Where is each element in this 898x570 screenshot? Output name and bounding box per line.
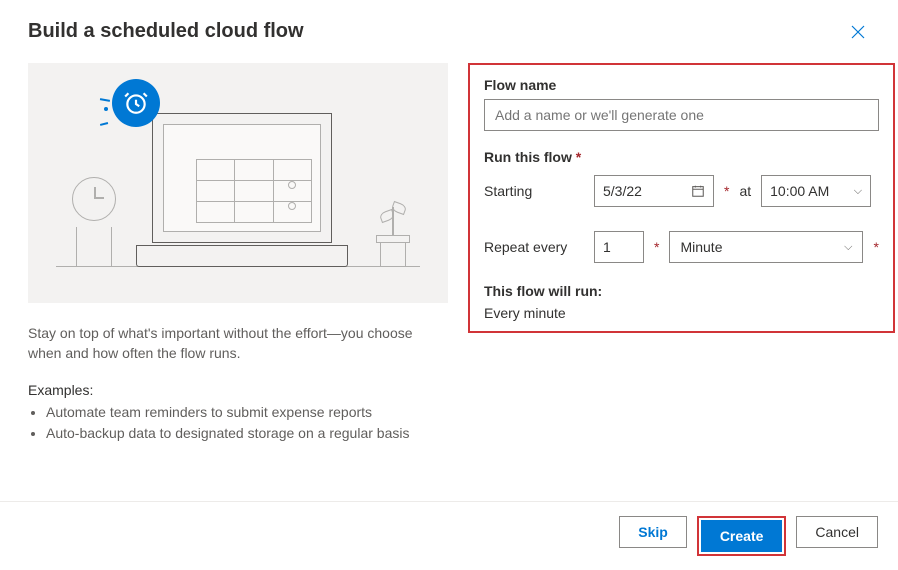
example-item: Automate team reminders to submit expens… <box>46 402 448 423</box>
summary-value: Every minute <box>484 305 879 321</box>
chevron-down-icon: ⌵ <box>854 185 862 198</box>
chevron-down-icon: ⌵ <box>844 241 852 254</box>
starting-time-picker[interactable]: 10:00 AM ⌵ <box>761 175 871 207</box>
dialog-footer: Skip Create Cancel <box>0 501 898 570</box>
at-label: at <box>739 183 751 199</box>
form-panel: Flow name Run this flow * Starting 5/3/2… <box>468 63 895 333</box>
examples-heading: Examples: <box>28 382 448 398</box>
run-this-flow-label: Run this flow * <box>484 149 879 165</box>
starting-date-value: 5/3/22 <box>603 183 642 199</box>
repeat-count-value: 1 <box>603 239 611 255</box>
required-asterisk: * <box>873 239 878 255</box>
cancel-button[interactable]: Cancel <box>796 516 878 548</box>
repeat-unit-value: Minute <box>680 239 722 255</box>
laptop-drawing <box>136 91 348 267</box>
clock-drawing <box>72 177 118 267</box>
create-button[interactable]: Create <box>701 520 783 552</box>
plant-drawing <box>374 197 412 267</box>
skip-button[interactable]: Skip <box>619 516 687 548</box>
create-button-highlight: Create <box>697 516 787 556</box>
schedule-badge <box>112 79 160 127</box>
close-button[interactable] <box>846 20 870 47</box>
description-text: Stay on top of what's important without … <box>28 323 448 364</box>
starting-date-picker[interactable]: 5/3/22 <box>594 175 714 207</box>
required-asterisk: * <box>724 183 729 199</box>
repeat-unit-select[interactable]: Minute ⌵ <box>669 231 863 263</box>
required-asterisk: * <box>654 239 659 255</box>
repeat-label: Repeat every <box>484 239 584 255</box>
summary-label: This flow will run: <box>484 283 879 299</box>
starting-label: Starting <box>484 183 584 199</box>
example-item: Auto-backup data to designated storage o… <box>46 423 448 444</box>
repeat-count-input[interactable]: 1 <box>594 231 644 263</box>
examples-list: Automate team reminders to submit expens… <box>28 402 448 444</box>
calendar-icon <box>691 184 705 198</box>
alarm-clock-icon <box>123 90 149 116</box>
flow-name-input[interactable] <box>484 99 879 131</box>
dialog-title: Build a scheduled cloud flow <box>28 20 304 43</box>
flow-name-label: Flow name <box>484 77 879 93</box>
dialog-header: Build a scheduled cloud flow <box>0 0 898 63</box>
close-icon <box>850 24 866 40</box>
flow-illustration <box>28 63 448 303</box>
starting-time-value: 10:00 AM <box>770 183 829 199</box>
